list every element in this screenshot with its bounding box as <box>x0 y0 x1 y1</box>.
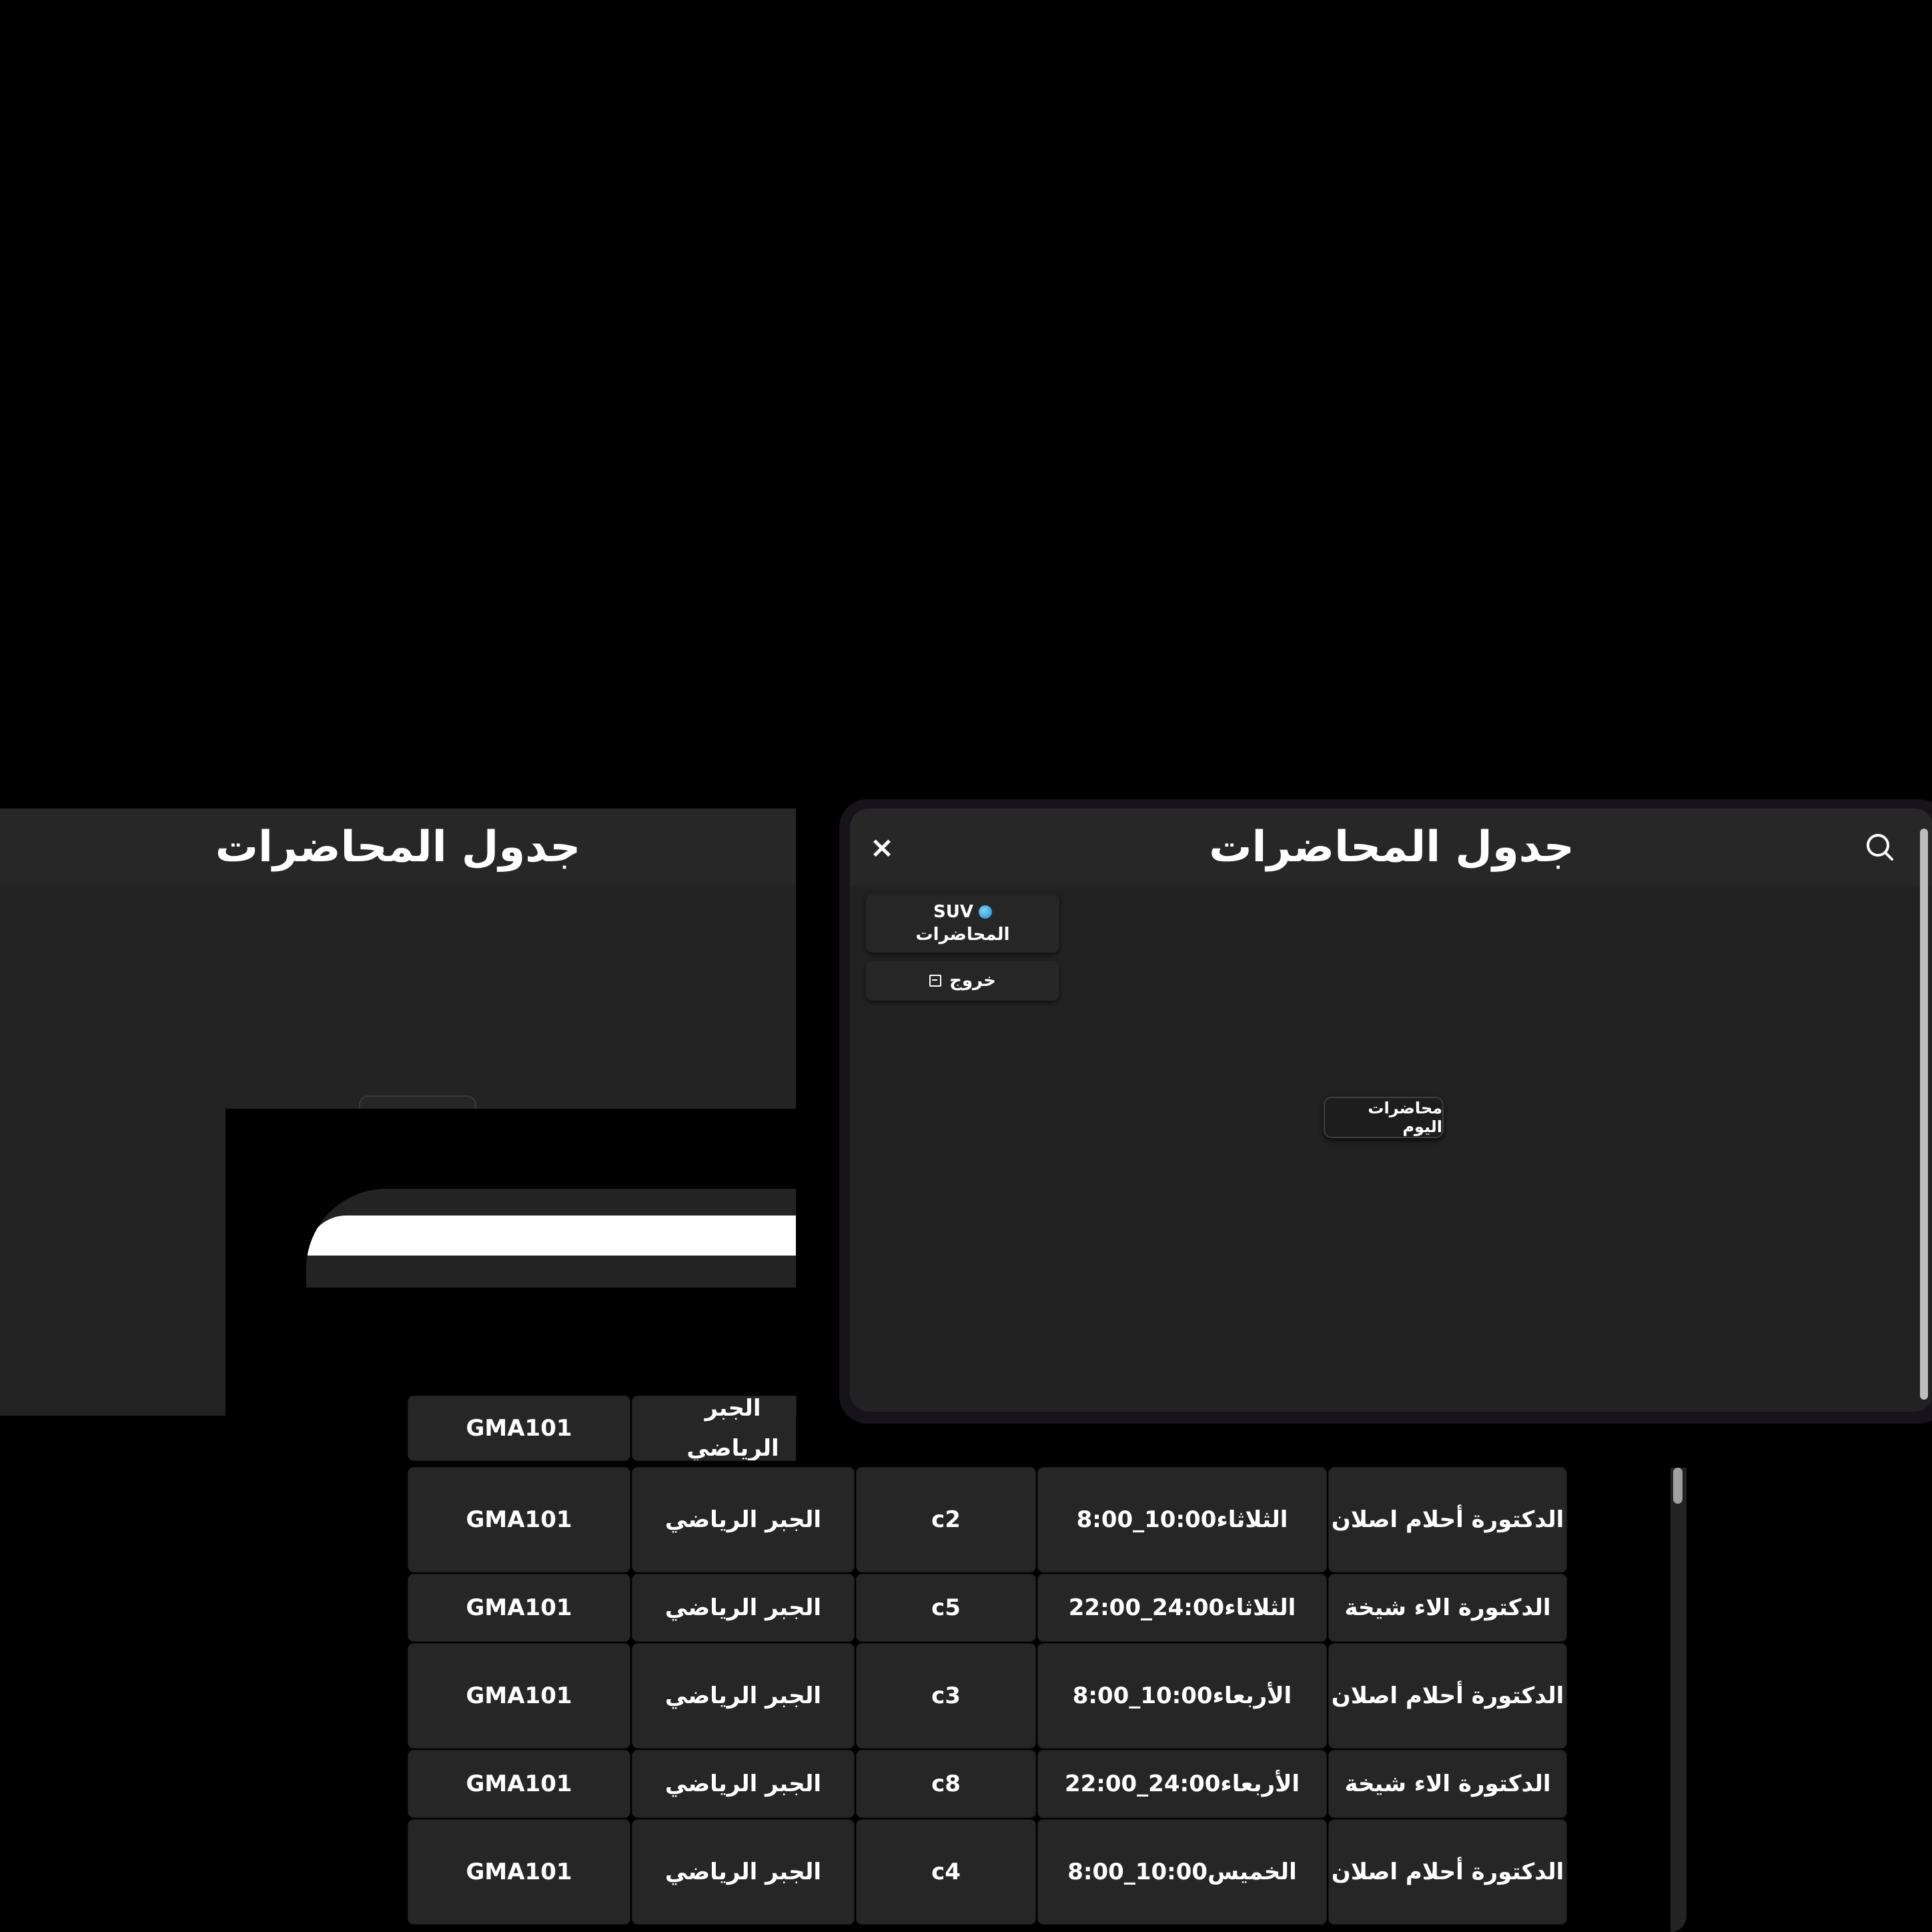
table-cell-subject: الجبر الرياضي <box>632 1751 854 1817</box>
table-cell-code: GMA101 <box>408 1396 630 1460</box>
background-page-header: جدول المحاضرات <box>0 809 796 886</box>
table-cell-room: c8 <box>857 1751 1035 1817</box>
globe-icon <box>978 905 992 919</box>
table-cell-subject: الجبر الرياضي <box>632 1644 854 1748</box>
modal-scrollbar[interactable] <box>1920 829 1928 1400</box>
menu-item-lectures[interactable]: SUV المحاضرات <box>866 894 1059 953</box>
menu-item-logout[interactable]: خروج <box>866 961 1059 1001</box>
table-cell-doctor: الدكتورة أحلام اصلان <box>1329 1820 1566 1924</box>
background-pill <box>306 1189 796 1288</box>
close-icon: × <box>869 830 895 865</box>
table-scrollbar-thumb[interactable] <box>1673 1468 1682 1504</box>
table-cell-code: GMA101 <box>408 1820 630 1924</box>
modal-title: جدول المحاضرات <box>1209 823 1574 872</box>
modal-header: جدول المحاضرات <box>850 809 1932 886</box>
background-tab-edge <box>359 1095 476 1110</box>
modal-scrollbar-thumb[interactable] <box>1920 829 1928 1400</box>
menu-item-lectures-label: المحاضرات <box>915 925 1010 945</box>
table-cell-subject: الجبر الرياضي <box>632 1574 854 1641</box>
table-cell-code: GMA101 <box>408 1574 630 1641</box>
table-cell-doctor: الدكتورة الاء شيخة <box>1329 1751 1566 1817</box>
table-cell-time: 8:00_10:00 الخميس <box>1038 1820 1326 1924</box>
menu-item-lectures-top: SUV <box>933 902 992 922</box>
search-button[interactable] <box>1861 829 1899 866</box>
table-cell-doctor: الدكتورة الاء شيخة <box>1329 1574 1566 1641</box>
side-menu: SUV المحاضرات خروج <box>866 894 1059 1011</box>
search-icon <box>1867 834 1893 861</box>
schedule-modal: جدول المحاضرات × SUV المحاضرات خروج محاض… <box>850 809 1932 1412</box>
table-cell-doctor: الدكتورة أحلام اصلان <box>1329 1468 1566 1572</box>
table-cell-subject: الجبر الرياضي <box>632 1820 854 1924</box>
logout-icon <box>929 975 942 987</box>
today-lectures-button[interactable]: محاضرات اليوم <box>1324 1097 1444 1138</box>
table-cell-room: c2 <box>857 1468 1035 1572</box>
menu-item-logout-label: خروج <box>949 971 996 991</box>
menu-item-lectures-brand: SUV <box>933 902 973 922</box>
table-cell-code: GMA101 <box>408 1468 630 1572</box>
table-cell-code: GMA101 <box>408 1644 630 1748</box>
table-cell-subject: الجبر الرياضي <box>632 1468 854 1572</box>
table-cell-time: 22:00_24:00 الأربعاء <box>1038 1751 1326 1817</box>
table-cell-time: 8:00_10:00 الأربعاء <box>1038 1644 1326 1748</box>
table-cell-room: c4 <box>857 1820 1035 1924</box>
table-cell-subject: الجبر الرياضي <box>632 1396 796 1460</box>
table-cell-room: c5 <box>857 1574 1035 1641</box>
table-cell-time: 8:00_10:00 الثلاثاء <box>1038 1468 1326 1572</box>
table-cell-time: 22:00_24:00 الثلاثاء <box>1038 1574 1326 1641</box>
table-cell-doctor: الدكتورة أحلام اصلان <box>1329 1644 1566 1748</box>
table-cell-room: c3 <box>857 1644 1035 1748</box>
table-cell-code: GMA101 <box>408 1751 630 1817</box>
close-button[interactable]: × <box>863 829 901 866</box>
background-pill-highlight <box>306 1216 796 1256</box>
background-page-title: جدول المحاضرات <box>215 823 581 872</box>
table-scrollbar[interactable] <box>1670 1468 1686 1932</box>
